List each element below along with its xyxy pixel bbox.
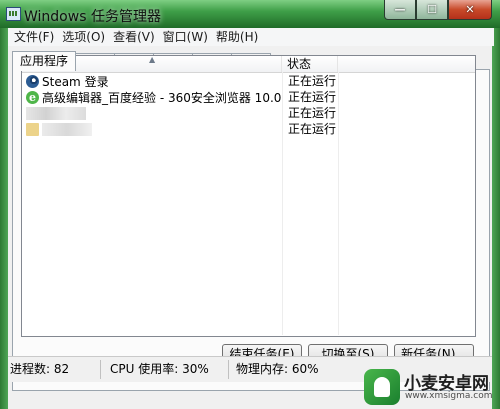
menu-options[interactable]: 选项(O) — [58, 28, 109, 46]
menu-view[interactable]: 查看(V) — [109, 28, 159, 46]
title-bar[interactable]: Windows 任务管理器 — ☐ ✕ — [0, 0, 500, 28]
minimize-button[interactable]: — — [384, 0, 416, 20]
task-status: 正在运行 — [288, 106, 337, 120]
column-status-header[interactable]: 状态 — [282, 56, 338, 72]
window-frame-right — [492, 28, 500, 409]
menu-help[interactable]: 帮助(H) — [212, 28, 262, 46]
status-divider — [228, 360, 229, 379]
steam-icon — [26, 74, 39, 88]
folder-icon — [26, 122, 39, 136]
window-frame-left — [0, 28, 8, 409]
tab-applications[interactable]: 应用程序 — [12, 51, 77, 71]
task-manager-window: Windows 任务管理器 — ☐ ✕ 文件(F) 选项(O) 查看(V) 窗口… — [0, 0, 500, 409]
list-item[interactable]: e 高级编辑器_百度经验 - 360安全浏览器 10.0 正在运行 — [22, 89, 475, 105]
column-status-label: 状态 — [287, 57, 312, 71]
task-name: Steam 登录 — [42, 74, 109, 89]
maximize-button[interactable]: ☐ — [416, 0, 448, 20]
watermark-url: www.xmsigma.com — [405, 391, 493, 401]
list-item[interactable]: 正在运行 — [22, 105, 475, 121]
menu-file[interactable]: 文件(F) — [10, 28, 58, 46]
menu-window[interactable]: 窗口(W) — [159, 28, 212, 46]
cpu-usage: CPU 使用率: 30% — [110, 362, 209, 376]
menu-bar: 文件(F) 选项(O) 查看(V) 窗口(W) 帮助(H) — [8, 28, 494, 46]
window-title: Windows 任务管理器 — [24, 9, 161, 25]
list-item[interactable]: Steam 登录 正在运行 — [22, 73, 475, 89]
watermark-logo-icon — [364, 369, 400, 405]
status-divider — [100, 360, 101, 379]
list-item[interactable]: 正在运行 — [22, 121, 475, 137]
task-status: 正在运行 — [288, 122, 337, 136]
task-manager-icon — [6, 7, 21, 21]
sort-ascending-icon: ▲ — [149, 55, 156, 64]
browser-360-icon: e — [26, 90, 39, 104]
close-button[interactable]: ✕ — [448, 0, 492, 20]
process-count: 进程数: 82 — [10, 362, 70, 376]
memory-usage: 物理内存: 60% — [236, 362, 319, 376]
blurred-task-name — [42, 122, 92, 136]
task-name: 高级编辑器_百度经验 - 360安全浏览器 10.0 — [42, 90, 282, 105]
list-header: 任务 ▲ 状态 — [22, 56, 475, 73]
task-status: 正在运行 — [288, 90, 337, 104]
task-status: 正在运行 — [288, 74, 337, 88]
site-watermark: 小麦安卓网 www.xmsigma.com — [360, 367, 500, 409]
applications-list[interactable]: 任务 ▲ 状态 Steam 登录 正在运行 e 高级编辑器_百度经验 - 360… — [21, 55, 476, 337]
blurred-app-icon — [26, 106, 86, 120]
